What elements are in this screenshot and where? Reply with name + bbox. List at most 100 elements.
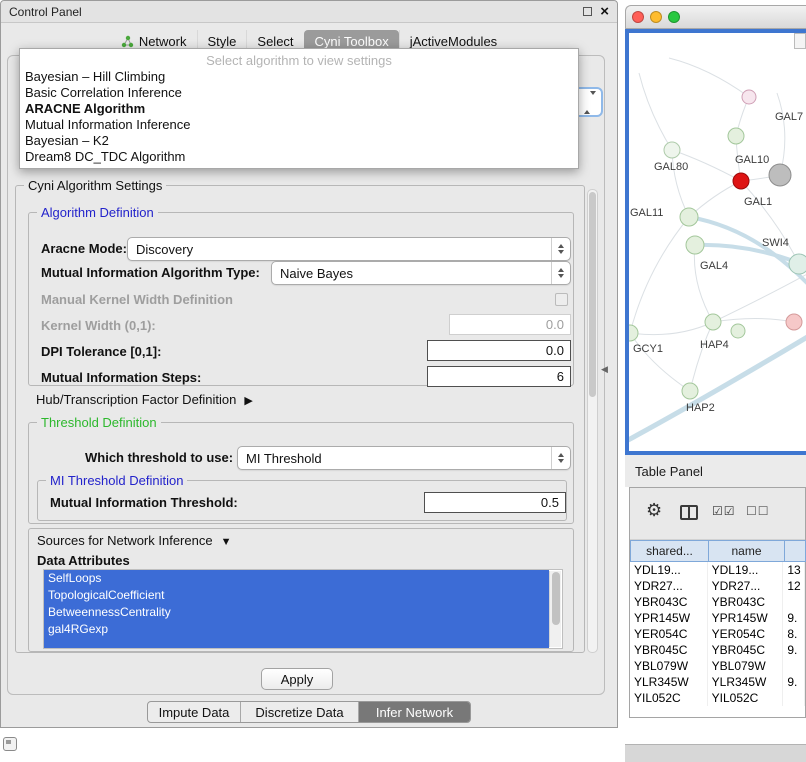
table-cell[interactable] — [783, 658, 805, 674]
column-header[interactable]: name — [708, 540, 785, 562]
table-cell[interactable]: YDL19... — [630, 562, 708, 578]
table-row[interactable]: YLR345WYLR345W9. — [630, 674, 805, 690]
kernel-width-field[interactable]: 0.0 — [449, 314, 571, 335]
column-header[interactable]: shared... — [630, 540, 709, 562]
network-scrollbar-corner[interactable] — [794, 33, 806, 49]
table-cell[interactable]: YIL052C — [630, 690, 708, 706]
network-edge[interactable] — [713, 319, 794, 323]
table-cell[interactable]: YDL19... — [708, 562, 784, 578]
table-row[interactable]: YPR145WYPR145W9. — [630, 610, 805, 626]
table-cell[interactable]: 9. — [783, 642, 805, 658]
table-cell[interactable]: 12 — [783, 578, 805, 594]
which-threshold-select[interactable]: MI Threshold — [237, 446, 571, 470]
network-node[interactable] — [664, 142, 680, 158]
tab-discretize-data[interactable]: Discretize Data — [240, 702, 358, 722]
gear-icon[interactable]: ⚙ — [646, 500, 662, 521]
columns-icon[interactable] — [680, 505, 698, 520]
close-icon[interactable]: × — [600, 5, 609, 19]
mi-threshold-field[interactable]: 0.5 — [424, 492, 566, 513]
table-cell[interactable]: YBR043C — [708, 594, 784, 610]
table-cell[interactable]: YLR345W — [708, 674, 784, 690]
table-cell[interactable]: YIL052C — [708, 690, 784, 706]
table-cell[interactable]: YPR145W — [630, 610, 708, 626]
manual-kernel-checkbox[interactable] — [555, 293, 568, 306]
network-node[interactable] — [731, 324, 745, 338]
list-item[interactable]: BetweennessCentrality — [44, 604, 549, 621]
dpi-tolerance-field[interactable]: 0.0 — [427, 340, 571, 361]
hub-section-toggle[interactable]: Hub/Transcription Factor Definition▶ — [36, 392, 253, 407]
settings-scrollbar[interactable] — [587, 189, 598, 653]
scrollbar-thumb[interactable] — [589, 192, 596, 397]
table-cell[interactable]: 8. — [783, 626, 805, 642]
table-cell[interactable]: YLR345W — [630, 674, 708, 690]
aracne-mode-select[interactable]: Discovery — [127, 237, 571, 261]
column-header[interactable] — [784, 540, 806, 562]
close-traffic-light-icon[interactable] — [632, 11, 644, 23]
network-node[interactable] — [789, 254, 806, 274]
network-node[interactable] — [686, 236, 704, 254]
table-cell[interactable]: 13 — [783, 562, 805, 578]
algorithm-option[interactable]: ARACNE Algorithm — [25, 101, 578, 117]
network-view[interactable]: GAL80GAL10GAL1GAL11GAL4SWI4GAL7GCY1HAP4H… — [629, 33, 806, 451]
zoom-traffic-light-icon[interactable] — [668, 11, 680, 23]
table-row[interactable]: YIL052CYIL052C — [630, 690, 805, 706]
mi-steps-field[interactable]: 6 — [427, 366, 571, 387]
table-cell[interactable]: YBR043C — [630, 594, 708, 610]
network-node[interactable] — [728, 128, 744, 144]
algorithm-option[interactable]: Bayesian – Hill Climbing — [25, 69, 578, 85]
select-all-checks-icon[interactable]: ☑☑ — [712, 504, 736, 518]
table-row[interactable]: YBL079WYBL079W — [630, 658, 805, 674]
table-cell[interactable]: 9. — [783, 674, 805, 690]
network-node[interactable] — [680, 208, 698, 226]
splitter-collapse-icon[interactable]: ◀ — [601, 364, 608, 375]
mi-type-select[interactable]: Naive Bayes — [271, 261, 571, 285]
table-row[interactable]: YBR045CYBR045C9. — [630, 642, 805, 658]
table-row[interactable]: YDL19...YDL19...13 — [630, 562, 805, 578]
table-cell[interactable] — [783, 690, 805, 706]
table-cell[interactable]: 9. — [783, 610, 805, 626]
table-cell[interactable]: YBL079W — [708, 658, 784, 674]
network-node[interactable] — [786, 314, 802, 330]
chevron-down-icon[interactable]: ▼ — [221, 536, 232, 548]
network-canvas[interactable]: GAL80GAL10GAL1GAL11GAL4SWI4GAL7GCY1HAP4H… — [629, 33, 806, 451]
table-cell[interactable]: YBR045C — [630, 642, 708, 658]
network-node[interactable] — [629, 325, 638, 341]
network-node[interactable] — [705, 314, 721, 330]
network-edge[interactable] — [639, 73, 672, 150]
table-cell[interactable]: YER054C — [630, 626, 708, 642]
algorithm-option[interactable]: Dream8 DC_TDC Algorithm — [25, 149, 578, 165]
algorithm-option[interactable]: Basic Correlation Inference — [25, 85, 578, 101]
network-edge[interactable] — [630, 217, 689, 333]
table-cell[interactable]: YBL079W — [630, 658, 708, 674]
table-row[interactable]: YDR27...YDR27...12 — [630, 578, 805, 594]
chevron-right-icon[interactable]: ▶ — [244, 394, 252, 407]
attribute-list-scrollbar[interactable] — [549, 571, 561, 647]
tab-infer-network[interactable]: Infer Network — [358, 702, 470, 722]
network-edge[interactable] — [777, 93, 785, 175]
deselect-all-boxes-icon[interactable]: ☐☐ — [746, 504, 770, 518]
table-row[interactable]: YER054CYER054C8. — [630, 626, 805, 642]
table-cell[interactable]: YDR27... — [708, 578, 784, 594]
table-cell[interactable]: YBR045C — [708, 642, 784, 658]
network-node[interactable] — [682, 383, 698, 399]
list-item[interactable]: TopologicalCoefficient — [44, 587, 549, 604]
list-item[interactable]: gal4RGexp — [44, 621, 549, 638]
apply-button[interactable]: Apply — [261, 668, 333, 690]
network-edge[interactable] — [669, 58, 749, 97]
table-cell[interactable] — [783, 594, 805, 610]
minimize-traffic-light-icon[interactable] — [650, 11, 662, 23]
algorithm-option[interactable]: Mutual Information Inference — [25, 117, 578, 133]
table-cell[interactable]: YER054C — [708, 626, 784, 642]
network-edge[interactable] — [689, 217, 806, 285]
scrollbar-thumb[interactable] — [552, 572, 560, 625]
tab-impute-data[interactable]: Impute Data — [148, 702, 240, 722]
list-item[interactable]: SelfLoops — [44, 570, 549, 587]
network-edge[interactable] — [690, 322, 713, 391]
sources-toggle[interactable]: Sources for Network Inference▼ — [37, 533, 231, 548]
network-edge[interactable] — [630, 333, 690, 391]
float-window-icon[interactable] — [583, 7, 592, 16]
table-cell[interactable]: YDR27... — [630, 578, 708, 594]
algorithm-option[interactable]: Bayesian – K2 — [25, 133, 578, 149]
network-edge[interactable] — [694, 245, 713, 322]
list-item-partial[interactable] — [44, 638, 549, 649]
